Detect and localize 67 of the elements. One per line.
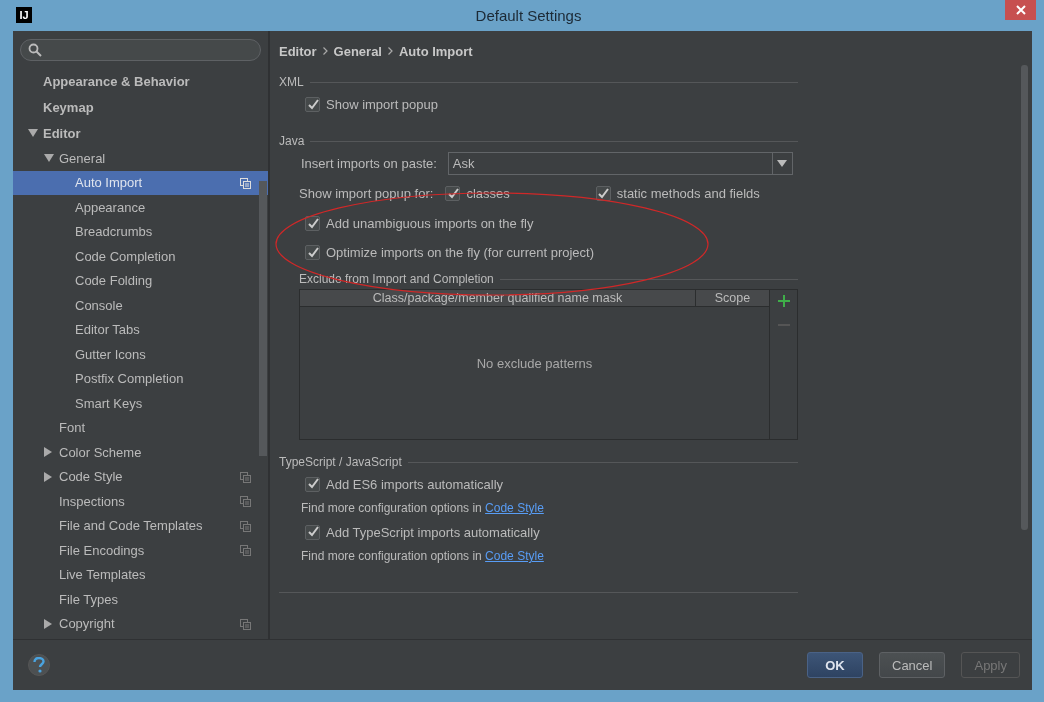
tree-item[interactable]: Appearance bbox=[13, 195, 268, 220]
tree-item[interactable]: Breadcrumbs bbox=[13, 219, 268, 244]
breadcrumb-item: General bbox=[333, 43, 382, 59]
group-title: TypeScript / JavaScript bbox=[279, 455, 402, 469]
dialog-button[interactable]: Cancel bbox=[879, 652, 946, 678]
tree-item[interactable]: Gutter Icons bbox=[13, 342, 268, 367]
group-title: Exclude from Import and Completion bbox=[299, 272, 494, 286]
group-title: Java bbox=[279, 134, 305, 148]
scrollbar[interactable] bbox=[259, 181, 267, 456]
field-label: Insert imports on paste: bbox=[301, 156, 437, 171]
checkbox-label: Add unambiguous imports on the fly bbox=[326, 216, 534, 231]
tree-item[interactable]: Copyright bbox=[13, 611, 268, 636]
checkbox-label: Show import popup bbox=[326, 97, 438, 112]
tree-item[interactable]: File Types bbox=[13, 587, 268, 612]
tree-item[interactable]: File Encodings bbox=[13, 538, 268, 563]
close-icon bbox=[1015, 5, 1026, 15]
tree-item[interactable]: Console bbox=[13, 293, 268, 318]
tree-item[interactable]: Color Scheme bbox=[13, 440, 268, 465]
group-title: XML bbox=[279, 75, 304, 89]
add-icon[interactable] bbox=[777, 295, 790, 307]
column-header[interactable]: Scope bbox=[696, 290, 769, 306]
tree-item[interactable]: Smart Keys bbox=[13, 391, 268, 416]
app-logo: IJ bbox=[16, 7, 32, 23]
code-style-link[interactable]: Code Style bbox=[485, 549, 544, 563]
tree-item[interactable]: Keymap bbox=[13, 94, 268, 120]
breadcrumb-item: Auto Import bbox=[399, 43, 473, 59]
scrollbar[interactable] bbox=[1021, 65, 1028, 530]
tree-item[interactable]: Code Completion bbox=[13, 244, 268, 269]
search-icon bbox=[28, 43, 42, 57]
checkbox-label: Add ES6 imports automatically bbox=[326, 476, 504, 492]
chevron-icon bbox=[388, 47, 393, 55]
empty-message: No exclude patterns bbox=[476, 355, 593, 371]
code-style-link[interactable]: Code Style bbox=[485, 501, 544, 515]
tree-item[interactable]: Inspections bbox=[13, 489, 268, 514]
question-mark-icon bbox=[32, 657, 46, 673]
tree-item[interactable]: File and Code Templates bbox=[13, 513, 268, 538]
tree-item[interactable]: Editor bbox=[13, 120, 268, 146]
checkbox[interactable] bbox=[305, 524, 320, 540]
chevron-icon bbox=[322, 47, 328, 55]
tree-item[interactable]: Auto Import bbox=[13, 170, 268, 195]
checkbox[interactable] bbox=[305, 97, 320, 112]
tree-item[interactable]: Font bbox=[13, 415, 268, 440]
tree-item[interactable]: General bbox=[13, 146, 268, 171]
checkbox[interactable] bbox=[445, 186, 461, 201]
window-title: Default Settings bbox=[475, 7, 582, 24]
search-field[interactable] bbox=[20, 39, 261, 61]
column-header[interactable]: Class/package/member qualified name mask bbox=[300, 290, 696, 306]
dropdown[interactable]: Ask bbox=[447, 152, 793, 175]
breadcrumb-item: Editor bbox=[279, 43, 317, 59]
tree-item[interactable]: Code Style bbox=[13, 464, 268, 489]
tree-item[interactable]: Editor Tabs bbox=[13, 317, 268, 342]
checkbox-label: Optimize imports on the fly (for current project) bbox=[326, 245, 595, 260]
checkbox[interactable] bbox=[305, 216, 320, 231]
tree-item[interactable]: Code Folding bbox=[13, 268, 268, 293]
close-button[interactable] bbox=[1005, 0, 1036, 20]
hint-text: Find more configuration options in Code Style bbox=[301, 501, 544, 515]
tree-item[interactable]: Live Templates bbox=[13, 562, 268, 587]
dropdown-arrow-icon bbox=[777, 160, 788, 167]
checkbox-label: Add TypeScript imports automatically bbox=[326, 524, 540, 540]
dialog-button[interactable]: OK bbox=[807, 652, 863, 678]
tree-item[interactable]: Appearance & Behavior bbox=[13, 68, 268, 94]
tree-item[interactable]: Postfix Completion bbox=[13, 366, 268, 391]
hint-text: Find more configuration options in Code Style bbox=[301, 549, 544, 563]
checkbox-label: static methods and fields bbox=[616, 186, 760, 201]
checkbox[interactable] bbox=[305, 476, 320, 492]
help-button[interactable] bbox=[28, 654, 50, 676]
checkbox[interactable] bbox=[305, 245, 320, 260]
